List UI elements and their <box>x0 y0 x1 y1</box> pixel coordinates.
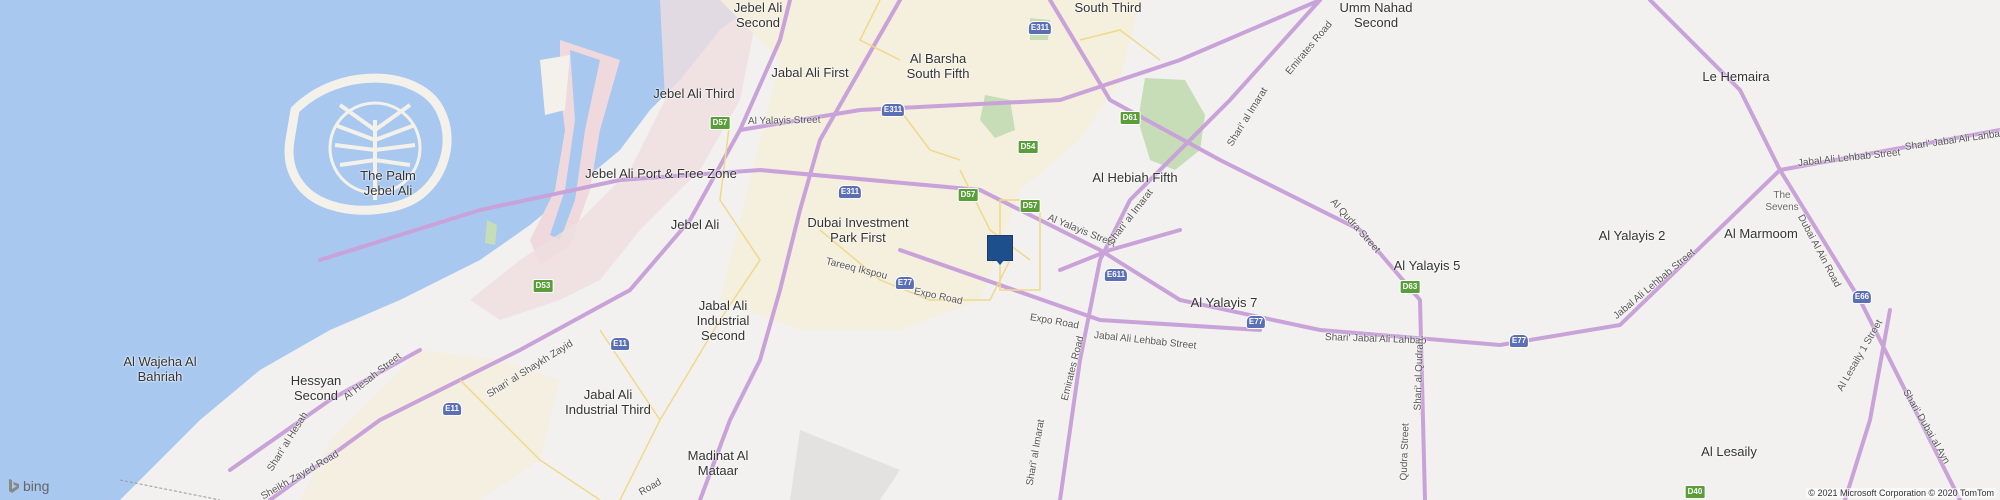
shield-d57-a: D57 <box>709 116 731 130</box>
place-jebel-ali-port: Jebel Ali Port & Free Zone <box>585 166 737 181</box>
place-le-hemaira: Le Hemaira <box>1702 69 1770 84</box>
shield-e311-top: E311 <box>1027 21 1053 35</box>
shield-d54: D54 <box>1017 140 1039 154</box>
place-al-wajeha-al-bahriah: Al Wajeha Al Bahriah <box>123 354 197 384</box>
shield-e311-low: E311 <box>837 185 863 199</box>
place-al-hebiah-fifth: Al Hebiah Fifth <box>1092 170 1178 185</box>
shield-d40: D40 <box>1684 485 1706 499</box>
place-the-palm-jebel-ali: The Palm Jebel Ali <box>360 168 416 198</box>
place-jabal-ali-industrial-third: Jabal Ali Industrial Third <box>565 387 651 417</box>
place-al-lesaily: Al Lesaily <box>1701 444 1757 459</box>
place-madinat-al-mataar: Madinat Al Mataar <box>687 448 749 478</box>
shield-e11: E11 <box>610 337 630 351</box>
place-al-marmoom: Al Marmoom <box>1724 226 1798 241</box>
shield-d61: D61 <box>1119 111 1141 125</box>
place-hessyan-second: Hessyan Second <box>290 373 342 403</box>
place-al-yalayis-7: Al Yalayis 7 <box>1190 295 1258 310</box>
shield-d57-b: D57 <box>957 188 979 202</box>
bing-b-icon <box>9 479 19 493</box>
place-al-yalayis-2: Al Yalayis 2 <box>1598 228 1666 243</box>
place-jebel-ali: Jebel Ali <box>670 217 720 232</box>
shield-e77-c: E77 <box>1508 334 1530 348</box>
place-umm-nahad-second: Umm Nahad Second <box>1339 0 1413 30</box>
place-al-barsha-south-third: South Third <box>1074 0 1142 15</box>
road-label-al-yalayis-west: Al Yalayis Street <box>747 114 821 127</box>
shield-e611: E611 <box>1103 268 1129 282</box>
shield-e77-a: E77 <box>894 276 916 290</box>
place-al-barsha-south-fifth: Al Barsha South Fifth <box>906 51 970 81</box>
railway <box>119 479 221 500</box>
shield-e66: E66 <box>1851 290 1873 304</box>
shield-d57-c: D57 <box>1019 199 1041 213</box>
location-marker-pin[interactable] <box>987 235 1013 261</box>
road-label-qudra-street: Qudra Street <box>1398 423 1412 481</box>
place-al-yalayis-5: Al Yalayis 5 <box>1393 258 1461 273</box>
shield-e311-mid: E311 <box>880 103 906 117</box>
place-jabal-ali-first: Jabal Ali First <box>771 65 849 80</box>
place-the-sevens: The Sevens <box>1765 190 1799 213</box>
shield-d63: D63 <box>1399 280 1421 294</box>
bing-logo[interactable]: bing <box>8 478 49 494</box>
place-dubai-investment-park-first: Dubai Investment Park First <box>807 215 909 245</box>
airport-runway <box>790 430 900 500</box>
map-attribution: © 2021 Microsoft Corporation © 2020 TomT… <box>1806 488 1996 498</box>
shield-e11-b: E11 <box>442 402 462 416</box>
bing-logo-text: bing <box>23 478 50 494</box>
place-jebel-ali-second: Jebel Ali Second <box>733 0 783 30</box>
map-canvas[interactable]: Jebel Ali Second South Third Umm Nahad S… <box>0 0 2000 500</box>
place-jebel-ali-third: Jebel Ali Third <box>653 86 735 101</box>
location-marker-tip <box>995 259 1005 265</box>
shield-e77-b: E77 <box>1245 315 1267 329</box>
shield-d53: D53 <box>532 279 554 293</box>
place-jabal-ali-industrial-second: Jabal Ali Industrial Second <box>696 298 750 343</box>
